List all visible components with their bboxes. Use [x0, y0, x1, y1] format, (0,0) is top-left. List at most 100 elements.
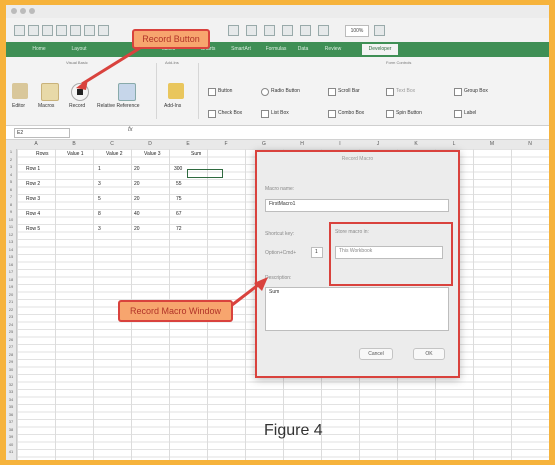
row-number[interactable]: 25 — [6, 329, 16, 334]
text-box-label[interactable]: Text Box — [396, 88, 415, 94]
combo-box-icon[interactable] — [328, 110, 336, 118]
column-header[interactable]: K — [397, 141, 435, 147]
scroll-bar-icon[interactable] — [328, 88, 336, 96]
tab-developer[interactable]: Developer — [362, 44, 398, 55]
column-header[interactable]: D — [131, 141, 169, 147]
row-number[interactable]: 22 — [6, 307, 16, 312]
help-icon[interactable] — [374, 25, 385, 36]
row-number[interactable]: 11 — [6, 224, 16, 229]
cut-icon[interactable] — [70, 25, 81, 36]
group-box-icon[interactable] — [454, 88, 462, 96]
row-number[interactable]: 17 — [6, 269, 16, 274]
radio-button-label[interactable]: Radio Button — [271, 88, 300, 94]
table-cell[interactable]: Row 5 — [26, 226, 40, 232]
row-number[interactable]: 41 — [6, 449, 16, 454]
sheet-icon[interactable] — [318, 25, 329, 36]
row-number[interactable]: 18 — [6, 277, 16, 282]
radio-button-icon[interactable] — [261, 88, 269, 96]
row-number[interactable]: 21 — [6, 299, 16, 304]
ok-button[interactable]: OK — [413, 348, 445, 360]
scroll-bar-label[interactable]: Scroll Bar — [338, 88, 360, 94]
table-header[interactable]: Value 2 — [106, 151, 123, 157]
table-cell[interactable]: 300 — [174, 166, 182, 172]
table-cell[interactable]: 20 — [134, 166, 140, 172]
row-number[interactable]: 34 — [6, 397, 16, 402]
table-cell[interactable]: Row 2 — [26, 181, 40, 187]
column-header[interactable]: I — [321, 141, 359, 147]
toolbox-icon[interactable] — [300, 25, 311, 36]
row-number[interactable]: 27 — [6, 344, 16, 349]
table-cell[interactable]: 8 — [98, 211, 101, 217]
combo-box-label[interactable]: Combo Box — [338, 110, 364, 116]
column-header[interactable]: H — [283, 141, 321, 147]
table-cell[interactable]: 40 — [134, 211, 140, 217]
row-number[interactable]: 1 — [6, 149, 16, 154]
selected-cell[interactable] — [187, 169, 223, 178]
column-header[interactable]: N — [511, 141, 549, 147]
table-cell[interactable]: 5 — [98, 196, 101, 202]
check-box-icon[interactable] — [208, 110, 216, 118]
cancel-button[interactable]: Cancel — [359, 348, 393, 360]
save-icon[interactable] — [42, 25, 53, 36]
row-number[interactable]: 40 — [6, 442, 16, 447]
row-number[interactable]: 38 — [6, 427, 16, 432]
table-header[interactable]: Value 1 — [67, 151, 84, 157]
check-box-label[interactable]: Check Box — [218, 110, 242, 116]
tab-formulas[interactable]: Formulas — [261, 44, 291, 55]
row-number[interactable]: 9 — [6, 209, 16, 214]
table-header[interactable]: Value 3 — [144, 151, 161, 157]
editor-label[interactable]: Editor — [12, 103, 25, 109]
table-cell[interactable]: 1 — [98, 166, 101, 172]
row-number[interactable]: 26 — [6, 337, 16, 342]
relative-reference-icon[interactable] — [118, 83, 136, 101]
table-cell[interactable]: 67 — [176, 211, 182, 217]
list-box-label[interactable]: List Box — [271, 110, 289, 116]
sort-icon[interactable] — [246, 25, 257, 36]
row-number[interactable]: 23 — [6, 314, 16, 319]
row-number[interactable]: 13 — [6, 239, 16, 244]
row-number[interactable]: 31 — [6, 374, 16, 379]
row-number[interactable]: 7 — [6, 194, 16, 199]
macros-icon[interactable] — [41, 83, 59, 101]
column-header[interactable]: F — [207, 141, 245, 147]
row-number[interactable]: 32 — [6, 382, 16, 387]
row-number[interactable]: 2 — [6, 157, 16, 162]
sum-icon[interactable] — [228, 25, 239, 36]
column-header[interactable]: J — [359, 141, 397, 147]
copy-icon[interactable] — [84, 25, 95, 36]
function-icon[interactable]: fx — [128, 127, 133, 133]
row-number[interactable]: 8 — [6, 202, 16, 207]
tab-layout[interactable]: Layout — [66, 44, 92, 55]
row-number[interactable]: 35 — [6, 404, 16, 409]
table-cell[interactable]: 20 — [134, 226, 140, 232]
shortcut-key-input[interactable]: 1 — [311, 247, 323, 258]
column-header[interactable]: B — [55, 141, 93, 147]
tab-review[interactable]: Review — [320, 44, 346, 55]
row-number[interactable]: 10 — [6, 217, 16, 222]
table-cell[interactable]: 75 — [176, 196, 182, 202]
table-header[interactable]: Sum — [191, 151, 201, 157]
row-number[interactable]: 29 — [6, 359, 16, 364]
row-number[interactable]: 28 — [6, 352, 16, 357]
table-cell[interactable]: 55 — [176, 181, 182, 187]
button-control-label[interactable]: Button — [218, 88, 232, 94]
text-box-icon[interactable] — [386, 88, 394, 96]
filter-icon[interactable] — [264, 25, 275, 36]
open-icon[interactable] — [28, 25, 39, 36]
column-header[interactable]: G — [245, 141, 283, 147]
table-cell[interactable]: Row 4 — [26, 211, 40, 217]
close-window-icon[interactable] — [11, 8, 17, 14]
row-number[interactable]: 6 — [6, 187, 16, 192]
column-header[interactable]: A — [17, 141, 55, 147]
table-cell[interactable]: 20 — [134, 181, 140, 187]
minimize-window-icon[interactable] — [20, 8, 26, 14]
row-number[interactable]: 5 — [6, 179, 16, 184]
tab-data[interactable]: Data — [294, 44, 312, 55]
relative-reference-label[interactable]: Relative Reference — [97, 103, 140, 109]
table-cell[interactable]: 3 — [98, 226, 101, 232]
name-box[interactable]: E2 — [14, 128, 70, 138]
table-cell[interactable]: Row 1 — [26, 166, 40, 172]
list-box-icon[interactable] — [261, 110, 269, 118]
spin-button-label[interactable]: Spin Button — [396, 110, 422, 116]
row-number[interactable]: 14 — [6, 247, 16, 252]
